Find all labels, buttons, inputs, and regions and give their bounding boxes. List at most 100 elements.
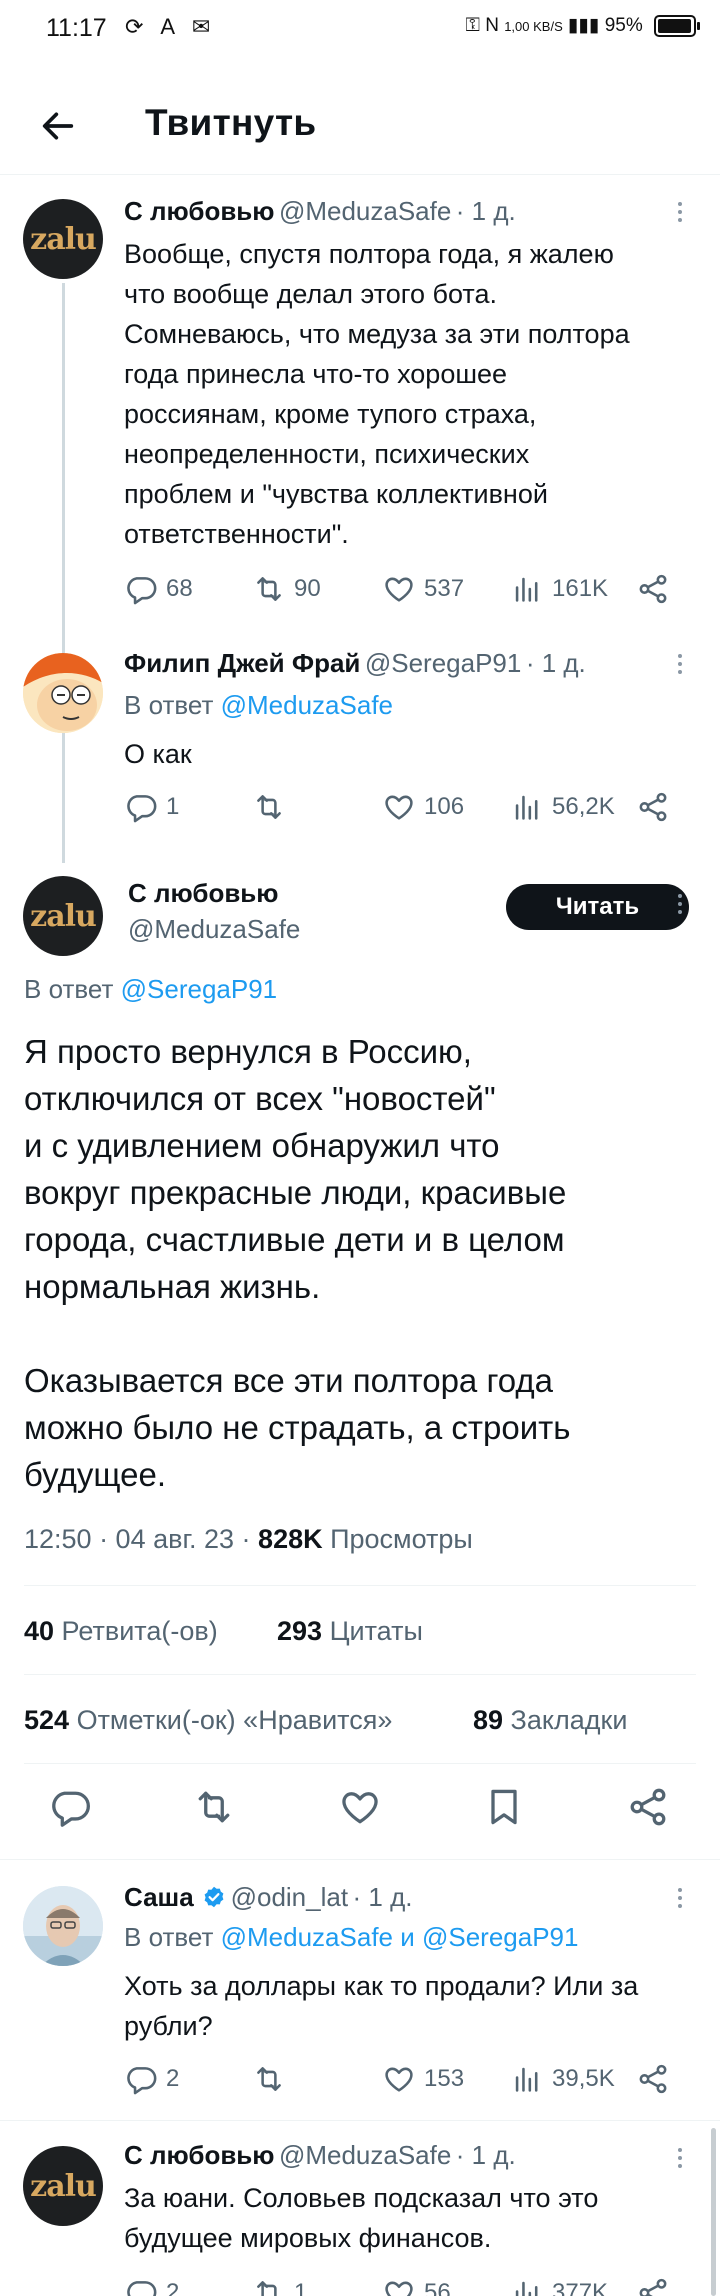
likes-count: 524	[24, 1705, 70, 1735]
author-name[interactable]: Саша	[124, 1882, 194, 1912]
author-handle[interactable]: @MeduzaSafe	[279, 196, 451, 226]
retweet-button[interactable]	[252, 2062, 294, 2096]
more-icon	[670, 894, 690, 914]
share-button[interactable]	[636, 2062, 670, 2096]
author-handle[interactable]: @MeduzaSafe	[279, 2140, 451, 2170]
reply-tweet-1[interactable]: Саша @odin_lat · 1 д. В ответ @MeduzaSaf…	[0, 1862, 720, 2112]
views-button[interactable]: 39,5K	[510, 2062, 615, 2096]
battery-level: 95%	[604, 15, 643, 36]
views-icon	[510, 2062, 544, 2096]
like-button[interactable]	[338, 1785, 382, 1829]
like-icon	[382, 790, 416, 824]
avatar[interactable]	[23, 653, 103, 733]
status-bar: 11:17 ⟳ A ✉ ⚿ N 1,00 KB/S ▮▮▮ 95%	[0, 0, 720, 62]
bookmark-button[interactable]	[482, 1785, 526, 1829]
like-button[interactable]: 56	[382, 2276, 451, 2296]
author-handle[interactable]: @odin_lat	[231, 1882, 348, 1912]
like-button[interactable]: 537	[382, 572, 464, 606]
reply-count: 2	[166, 2279, 180, 2296]
views-button[interactable]: 161K	[510, 572, 608, 606]
like-count: 153	[424, 2065, 465, 2092]
reply-to-link[interactable]: @MeduzaSafe и @SeregaP91	[221, 1922, 579, 1952]
reply-to-link[interactable]: @MeduzaSafe	[221, 690, 393, 720]
page-title: Твитнуть	[145, 102, 317, 143]
reply-button[interactable]: 68	[124, 572, 193, 606]
reply-context: В ответ @MeduzaSafe и @SeregaP91	[124, 1922, 578, 1953]
follow-button[interactable]: Читать	[506, 884, 689, 930]
tweet-time: · 1 д.	[455, 2140, 516, 2170]
views-count: 828K	[258, 1524, 323, 1554]
views-label: Просмотры	[322, 1524, 473, 1554]
reply-button[interactable]: 2	[124, 2062, 179, 2096]
share-button[interactable]	[626, 1785, 670, 1829]
author-name[interactable]: С любовью	[124, 196, 275, 226]
tweet-timestamp: 12:50 · 04 авг. 23 ·	[24, 1524, 259, 1554]
retweet-icon	[252, 572, 286, 606]
tweet-text: Вообще, спустя полтора года, я жалею что…	[124, 239, 630, 549]
status-right: ⚿ N 1,00 KB/S ▮▮▮ 95%	[465, 14, 700, 37]
back-button[interactable]	[30, 98, 86, 154]
retweet-button[interactable]	[192, 1785, 236, 1829]
bookmarks-label: Закладки	[503, 1705, 628, 1735]
more-button[interactable]	[670, 198, 690, 228]
author-name[interactable]: С любовью	[128, 878, 279, 909]
avatar[interactable]: zalu	[23, 2146, 103, 2226]
retweet-button[interactable]	[252, 790, 294, 824]
more-icon	[670, 2148, 690, 2168]
likes-stat[interactable]: 524 Отметки(-ок) «Нравится»	[24, 1705, 392, 1736]
like-count: 537	[424, 575, 465, 602]
status-time: 11:17	[46, 14, 107, 42]
share-button[interactable]	[636, 790, 670, 824]
retweet-button[interactable]: 90	[252, 572, 321, 606]
like-button[interactable]: 106	[382, 790, 464, 824]
share-button[interactable]	[636, 572, 670, 606]
share-icon	[636, 2276, 670, 2296]
share-button[interactable]	[636, 2276, 670, 2296]
tweet-actions: 2 153 39,5K	[124, 2062, 684, 2102]
more-icon	[670, 1888, 690, 1908]
retweet-count: 1	[294, 2279, 308, 2296]
scrollbar[interactable]	[711, 2128, 716, 2296]
retweet-button[interactable]: 1	[252, 2276, 307, 2296]
reply-button[interactable]: 1	[124, 790, 179, 824]
share-icon	[636, 572, 670, 606]
avatar-image	[23, 653, 103, 733]
avatar[interactable]: zalu	[23, 199, 103, 279]
author-handle[interactable]: @SeregaP91	[365, 648, 522, 678]
like-icon	[382, 2062, 416, 2096]
reply-to-link[interactable]: @SeregaP91	[121, 974, 278, 1004]
retweets-stat[interactable]: 40 Ретвита(-ов)	[24, 1616, 218, 1647]
reply-button[interactable]	[48, 1785, 92, 1829]
more-button[interactable]	[670, 1884, 690, 1914]
reply-tweet-2[interactable]: zalu С любовью @MeduzaSafe · 1 д. За юан…	[0, 2124, 720, 2296]
views-icon	[510, 790, 544, 824]
avatar-image	[23, 1886, 103, 1966]
reply-button[interactable]: 2	[124, 2276, 179, 2296]
retweets-label: Ретвита(-ов)	[54, 1616, 218, 1646]
quotes-stat[interactable]: 293 Цитаты	[277, 1616, 423, 1647]
retweet-icon	[252, 2062, 286, 2096]
reply-icon	[124, 2276, 158, 2296]
tweet-text: О как	[124, 739, 192, 769]
main-tweet: zalu С любовью @MeduzaSafe Читать В отве…	[0, 860, 720, 1850]
tweet-text: Хоть за доллары как то продали? Или за р…	[124, 1971, 639, 2041]
reply-count: 1	[166, 793, 180, 820]
like-button[interactable]: 153	[382, 2062, 464, 2096]
reply-icon	[48, 1785, 92, 1829]
bookmarks-stat[interactable]: 89 Закладки	[473, 1705, 627, 1736]
more-button[interactable]	[670, 650, 690, 680]
author-handle[interactable]: @MeduzaSafe	[128, 914, 300, 945]
retweet-icon	[252, 790, 286, 824]
views-button[interactable]: 377K	[510, 2276, 608, 2296]
tweet-parent-1[interactable]: zalu С любовью @MeduzaSafe · 1 д. Вообще…	[0, 186, 720, 626]
author-name[interactable]: С любовью	[124, 2140, 275, 2170]
back-arrow-icon	[42, 112, 74, 140]
views-count: 161K	[552, 575, 609, 602]
author-name[interactable]: Филип Джей Фрай	[124, 648, 360, 678]
tweet-parent-2[interactable]: Филип Джей Фрай @SeregaP91 · 1 д. В отве…	[0, 634, 720, 844]
avatar[interactable]	[23, 1886, 103, 1966]
more-button[interactable]	[670, 2144, 690, 2174]
avatar[interactable]: zalu	[23, 876, 103, 956]
views-button[interactable]: 56,2K	[510, 790, 615, 824]
more-button[interactable]	[670, 890, 690, 920]
